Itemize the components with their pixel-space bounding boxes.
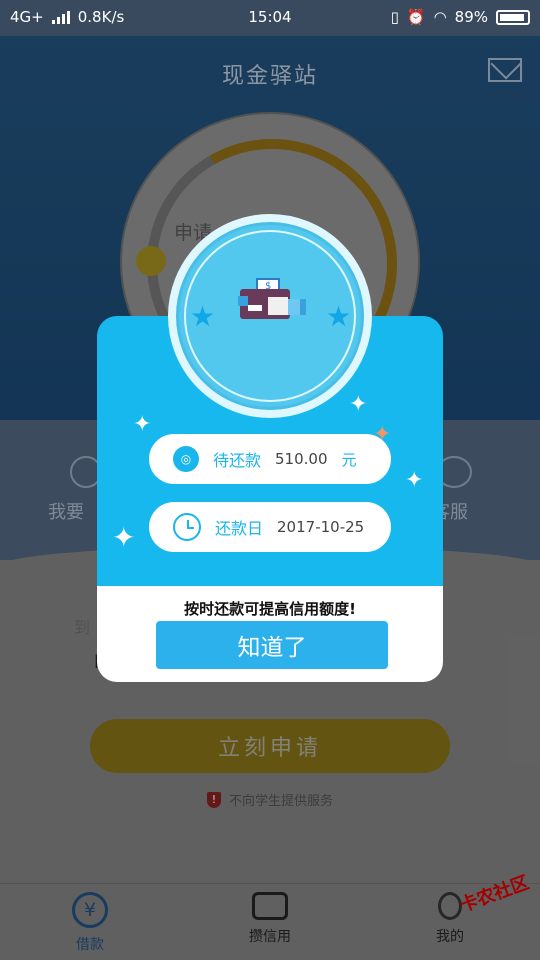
due-date-label: 还款日: [215, 519, 264, 538]
due-date-pill: 还款日 2017-10-25: [149, 502, 391, 552]
status-right: ▯ ⏰ ◠ 89%: [391, 8, 530, 26]
sparkle-icon: ✦: [405, 468, 424, 493]
sparkle-icon: ✦: [349, 392, 368, 417]
star-icon: ★: [190, 300, 216, 333]
battery-icon: [496, 9, 530, 25]
clock-icon: [173, 513, 201, 541]
wifi-icon: ◠: [433, 8, 447, 26]
repayment-label: 待还款: [213, 451, 262, 470]
vibrate-icon: ▯: [390, 8, 399, 26]
star-icon: ★: [326, 300, 352, 333]
credit-tip: 按时还款可提高信用额度!: [184, 600, 356, 618]
status-bar: 4G+ 0.8K/s 15:04 ▯ ⏰ ◠ 89%: [0, 0, 540, 36]
wallet-hand-icon: $: [238, 278, 306, 319]
repayment-unit: 元: [341, 450, 357, 469]
wallet-medal: ★ ★ $: [168, 214, 372, 418]
confirm-button[interactable]: 知道了: [156, 621, 388, 669]
battery-percent: 89%: [454, 8, 488, 26]
sparkle-icon: ✦: [133, 412, 152, 437]
due-date-value: 2017-10-25: [277, 518, 365, 536]
repayment-pill: ◎ 待还款 510.00 元: [149, 434, 391, 484]
repayment-amount: 510.00: [275, 450, 328, 468]
coins-icon: ◎: [173, 446, 199, 472]
alarm-icon: ⏰: [406, 8, 426, 26]
sparkle-icon: ✦: [112, 521, 136, 554]
